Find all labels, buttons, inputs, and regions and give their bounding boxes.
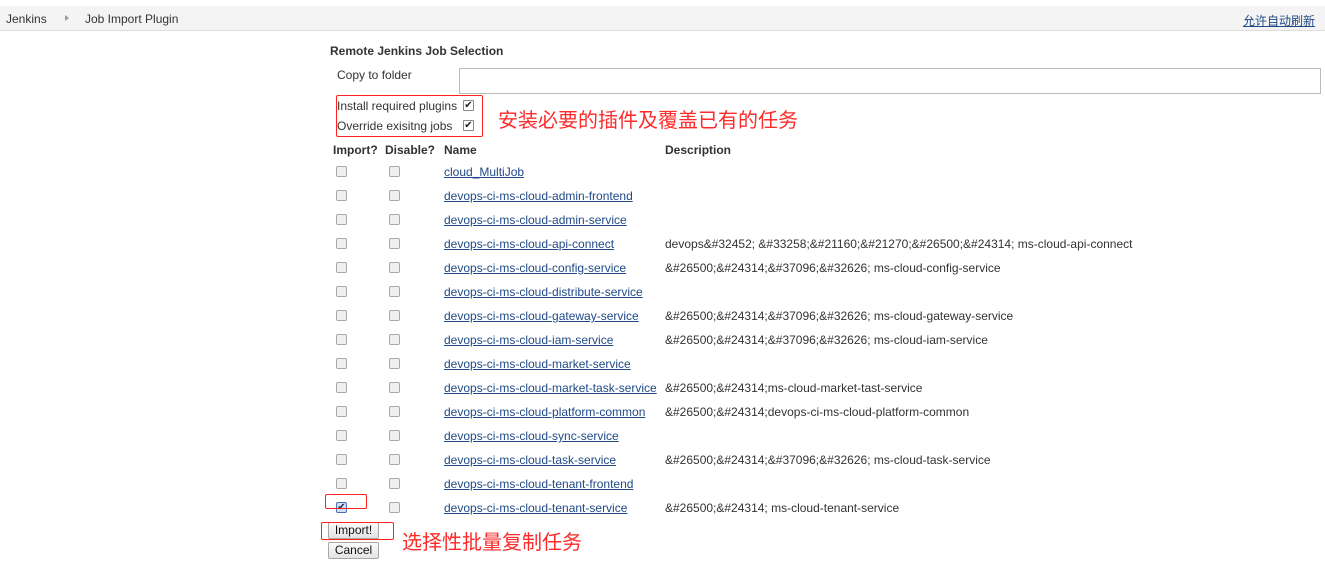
disable-checkbox[interactable] [389,286,400,297]
import-checkbox[interactable] [336,454,347,465]
disable-checkbox[interactable] [389,358,400,369]
import-checkbox[interactable] [336,262,347,273]
disable-checkbox[interactable] [389,190,400,201]
import-checkbox[interactable] [336,166,347,177]
job-row: devops-ci-ms-cloud-api-connect devops&#32… [0,232,1325,256]
job-row: devops-ci-ms-cloud-platform-common &#2650… [0,400,1325,424]
job-name-link[interactable]: devops-ci-ms-cloud-platform-common [444,405,645,419]
job-description: &#26500;&#24314;devops-ci-ms-cloud-platf… [665,405,970,419]
import-checkbox[interactable] [336,382,347,393]
disable-checkbox[interactable] [389,454,400,465]
import-checkbox[interactable] [336,238,347,249]
import-button-highlight-box [321,522,394,540]
job-name-link[interactable]: devops-ci-ms-cloud-tenant-frontend [444,477,633,491]
job-description: devops&#32452; &#33258;&#21160;&#21270;&… [665,237,1133,251]
breadcrumb: Jenkins Job Import Plugin 允许自动刷新 [0,6,1325,31]
job-description: &#26500;&#24314;&#37096;&#32626; ms-clou… [665,309,1014,323]
disable-checkbox[interactable] [389,262,400,273]
cancel-button[interactable]: Cancel [328,542,379,559]
job-row: devops-ci-ms-cloud-gateway-service &#2650… [0,304,1325,328]
column-name-header: Name [444,143,477,157]
disable-checkbox[interactable] [389,310,400,321]
job-description: &#26500;&#24314;&#37096;&#32626; ms-clou… [665,453,991,467]
job-name-link[interactable]: devops-ci-ms-cloud-config-service [444,261,626,275]
disable-checkbox[interactable] [389,478,400,489]
import-checkbox[interactable] [336,286,347,297]
job-name-link[interactable]: devops-ci-ms-cloud-distribute-service [444,285,643,299]
copy-to-folder-input[interactable] [459,68,1321,94]
disable-checkbox[interactable] [389,430,400,441]
section-title: Remote Jenkins Job Selection [330,44,504,58]
job-row: devops-ci-ms-cloud-admin-service [0,208,1325,232]
import-checkbox[interactable] [336,478,347,489]
import-checkbox[interactable] [336,310,347,321]
job-name-link[interactable]: devops-ci-ms-cloud-iam-service [444,333,613,347]
disable-checkbox[interactable] [389,382,400,393]
job-description: &#26500;&#24314; ms-cloud-tenant-service [665,501,900,515]
breadcrumb-current[interactable]: Job Import Plugin [85,12,178,26]
import-checkbox[interactable] [336,358,347,369]
disable-checkbox[interactable] [389,166,400,177]
job-row: devops-ci-ms-cloud-market-task-service &#… [0,376,1325,400]
import-highlight-box [325,494,367,509]
job-row: devops-ci-ms-cloud-iam-service &#26500;&#… [0,328,1325,352]
column-import-header: Import? [333,143,378,157]
job-name-link[interactable]: devops-ci-ms-cloud-api-connect [444,237,614,251]
job-row: devops-ci-ms-cloud-market-service [0,352,1325,376]
auto-refresh-link[interactable]: 允许自动刷新 [1243,12,1315,29]
import-checkbox[interactable] [336,430,347,441]
disable-checkbox[interactable] [389,502,400,513]
copy-to-folder-label: Copy to folder [337,68,412,82]
job-name-link[interactable]: devops-ci-ms-cloud-tenant-service [444,501,627,515]
job-name-link[interactable]: devops-ci-ms-cloud-market-task-service [444,381,657,395]
job-name-link[interactable]: devops-ci-ms-cloud-admin-service [444,213,627,227]
import-checkbox[interactable] [336,214,347,225]
import-checkbox[interactable] [336,334,347,345]
job-name-link[interactable]: cloud_MultiJob [444,165,524,179]
job-row: devops-ci-ms-cloud-distribute-service [0,280,1325,304]
options-highlight-box [336,95,483,137]
job-name-link[interactable]: devops-ci-ms-cloud-market-service [444,357,631,371]
import-annotation: 选择性批量复制任务 [402,530,582,554]
import-checkbox[interactable] [336,406,347,417]
options-annotation: 安装必要的插件及覆盖已有的任务 [498,108,798,132]
job-name-link[interactable]: devops-ci-ms-cloud-admin-frontend [444,189,633,203]
job-name-link[interactable]: devops-ci-ms-cloud-task-service [444,453,616,467]
job-name-link[interactable]: devops-ci-ms-cloud-sync-service [444,429,619,443]
job-row: devops-ci-ms-cloud-tenant-frontend [0,472,1325,496]
job-row: cloud_MultiJob [0,160,1325,184]
disable-checkbox[interactable] [389,214,400,225]
job-description: &#26500;&#24314;ms-cloud-market-tast-ser… [665,381,923,395]
job-row: ✔ devops-ci-ms-cloud-tenant-service &#2650… [0,496,1325,520]
disable-checkbox[interactable] [389,406,400,417]
job-description: &#26500;&#24314;&#37096;&#32626; ms-clou… [665,261,1001,275]
import-checkbox[interactable] [336,190,347,201]
column-description-header: Description [665,143,732,157]
job-row: devops-ci-ms-cloud-sync-service [0,424,1325,448]
breadcrumb-arrow-icon[interactable] [65,15,69,21]
disable-checkbox[interactable] [389,334,400,345]
job-row: devops-ci-ms-cloud-config-service &#26500… [0,256,1325,280]
breadcrumb-jenkins[interactable]: Jenkins [6,12,47,26]
job-row: devops-ci-ms-cloud-task-service &#26500;&… [0,448,1325,472]
disable-checkbox[interactable] [389,238,400,249]
column-disable-header: Disable? [385,143,436,157]
job-description: &#26500;&#24314;&#37096;&#32626; ms-clou… [665,333,988,347]
job-row: devops-ci-ms-cloud-admin-frontend [0,184,1325,208]
job-name-link[interactable]: devops-ci-ms-cloud-gateway-service [444,309,639,323]
